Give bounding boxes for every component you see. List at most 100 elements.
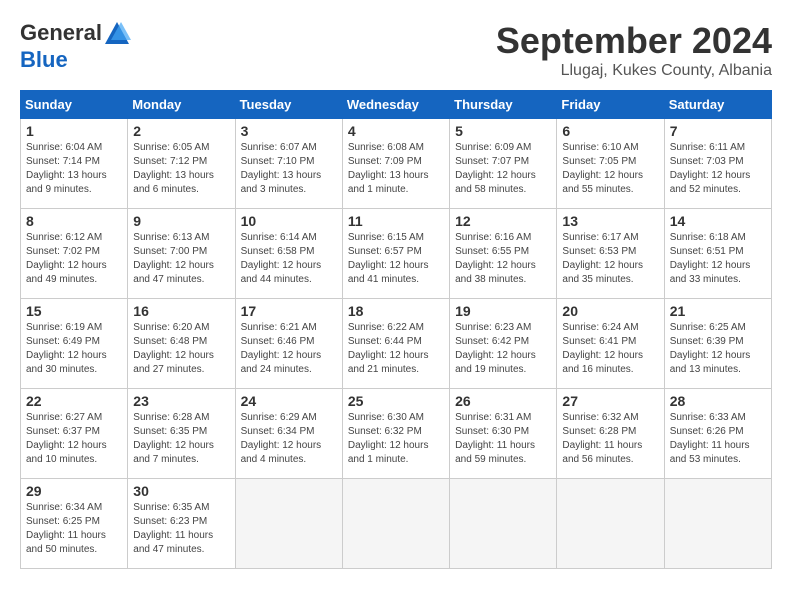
calendar-week-row: 29 Sunrise: 6:34 AM Sunset: 6:25 PM Dayl…	[21, 479, 772, 569]
weekday-header: Thursday	[450, 91, 557, 119]
logo-blue: Blue	[20, 47, 68, 72]
day-number: 21	[670, 303, 766, 319]
day-number: 2	[133, 123, 229, 139]
calendar-cell: 19 Sunrise: 6:23 AM Sunset: 6:42 PM Dayl…	[450, 299, 557, 389]
cell-info: Sunrise: 6:25 AM Sunset: 6:39 PM Dayligh…	[670, 321, 766, 377]
calendar-cell: 18 Sunrise: 6:22 AM Sunset: 6:44 PM Dayl…	[342, 299, 449, 389]
day-number: 23	[133, 393, 229, 409]
calendar-cell: 20 Sunrise: 6:24 AM Sunset: 6:41 PM Dayl…	[557, 299, 664, 389]
calendar-cell: 10 Sunrise: 6:14 AM Sunset: 6:58 PM Dayl…	[235, 209, 342, 299]
calendar-week-row: 15 Sunrise: 6:19 AM Sunset: 6:49 PM Dayl…	[21, 299, 772, 389]
day-number: 9	[133, 213, 229, 229]
calendar-cell: 17 Sunrise: 6:21 AM Sunset: 6:46 PM Dayl…	[235, 299, 342, 389]
cell-info: Sunrise: 6:33 AM Sunset: 6:26 PM Dayligh…	[670, 411, 766, 467]
calendar-cell: 7 Sunrise: 6:11 AM Sunset: 7:03 PM Dayli…	[664, 119, 771, 209]
day-number: 8	[26, 213, 122, 229]
day-number: 19	[455, 303, 551, 319]
cell-info: Sunrise: 6:29 AM Sunset: 6:34 PM Dayligh…	[241, 411, 337, 467]
calendar-week-row: 22 Sunrise: 6:27 AM Sunset: 6:37 PM Dayl…	[21, 389, 772, 479]
calendar-cell: 23 Sunrise: 6:28 AM Sunset: 6:35 PM Dayl…	[128, 389, 235, 479]
logo-general: General	[20, 20, 102, 45]
day-number: 13	[562, 213, 658, 229]
logo: General Blue	[20, 20, 132, 72]
calendar-cell: 26 Sunrise: 6:31 AM Sunset: 6:30 PM Dayl…	[450, 389, 557, 479]
calendar-cell: 14 Sunrise: 6:18 AM Sunset: 6:51 PM Dayl…	[664, 209, 771, 299]
cell-info: Sunrise: 6:27 AM Sunset: 6:37 PM Dayligh…	[26, 411, 122, 467]
day-number: 12	[455, 213, 551, 229]
cell-info: Sunrise: 6:35 AM Sunset: 6:23 PM Dayligh…	[133, 501, 229, 557]
calendar-cell: 11 Sunrise: 6:15 AM Sunset: 6:57 PM Dayl…	[342, 209, 449, 299]
day-number: 6	[562, 123, 658, 139]
cell-info: Sunrise: 6:15 AM Sunset: 6:57 PM Dayligh…	[348, 231, 444, 287]
cell-info: Sunrise: 6:32 AM Sunset: 6:28 PM Dayligh…	[562, 411, 658, 467]
calendar-cell	[235, 479, 342, 569]
cell-info: Sunrise: 6:07 AM Sunset: 7:10 PM Dayligh…	[241, 141, 337, 197]
cell-info: Sunrise: 6:28 AM Sunset: 6:35 PM Dayligh…	[133, 411, 229, 467]
day-number: 29	[26, 483, 122, 499]
calendar-cell: 25 Sunrise: 6:30 AM Sunset: 6:32 PM Dayl…	[342, 389, 449, 479]
weekday-header: Sunday	[21, 91, 128, 119]
calendar-cell: 5 Sunrise: 6:09 AM Sunset: 7:07 PM Dayli…	[450, 119, 557, 209]
day-number: 24	[241, 393, 337, 409]
cell-info: Sunrise: 6:16 AM Sunset: 6:55 PM Dayligh…	[455, 231, 551, 287]
calendar-cell: 30 Sunrise: 6:35 AM Sunset: 6:23 PM Dayl…	[128, 479, 235, 569]
cell-info: Sunrise: 6:21 AM Sunset: 6:46 PM Dayligh…	[241, 321, 337, 377]
weekday-header: Tuesday	[235, 91, 342, 119]
calendar-table: SundayMondayTuesdayWednesdayThursdayFrid…	[20, 90, 772, 569]
cell-info: Sunrise: 6:23 AM Sunset: 6:42 PM Dayligh…	[455, 321, 551, 377]
weekday-header: Wednesday	[342, 91, 449, 119]
day-number: 10	[241, 213, 337, 229]
cell-info: Sunrise: 6:30 AM Sunset: 6:32 PM Dayligh…	[348, 411, 444, 467]
day-number: 5	[455, 123, 551, 139]
calendar-cell: 3 Sunrise: 6:07 AM Sunset: 7:10 PM Dayli…	[235, 119, 342, 209]
calendar-cell: 8 Sunrise: 6:12 AM Sunset: 7:02 PM Dayli…	[21, 209, 128, 299]
cell-info: Sunrise: 6:11 AM Sunset: 7:03 PM Dayligh…	[670, 141, 766, 197]
calendar-cell: 6 Sunrise: 6:10 AM Sunset: 7:05 PM Dayli…	[557, 119, 664, 209]
calendar-cell: 13 Sunrise: 6:17 AM Sunset: 6:53 PM Dayl…	[557, 209, 664, 299]
page-header: General Blue September 2024 Llugaj, Kuke…	[20, 20, 772, 80]
day-number: 28	[670, 393, 766, 409]
weekday-header: Saturday	[664, 91, 771, 119]
calendar-cell	[342, 479, 449, 569]
calendar-cell: 12 Sunrise: 6:16 AM Sunset: 6:55 PM Dayl…	[450, 209, 557, 299]
day-number: 22	[26, 393, 122, 409]
calendar-cell	[557, 479, 664, 569]
calendar-week-row: 1 Sunrise: 6:04 AM Sunset: 7:14 PM Dayli…	[21, 119, 772, 209]
calendar-cell: 4 Sunrise: 6:08 AM Sunset: 7:09 PM Dayli…	[342, 119, 449, 209]
cell-info: Sunrise: 6:31 AM Sunset: 6:30 PM Dayligh…	[455, 411, 551, 467]
day-number: 15	[26, 303, 122, 319]
cell-info: Sunrise: 6:12 AM Sunset: 7:02 PM Dayligh…	[26, 231, 122, 287]
cell-info: Sunrise: 6:04 AM Sunset: 7:14 PM Dayligh…	[26, 141, 122, 197]
cell-info: Sunrise: 6:10 AM Sunset: 7:05 PM Dayligh…	[562, 141, 658, 197]
day-number: 14	[670, 213, 766, 229]
cell-info: Sunrise: 6:24 AM Sunset: 6:41 PM Dayligh…	[562, 321, 658, 377]
day-number: 1	[26, 123, 122, 139]
calendar-cell	[450, 479, 557, 569]
day-number: 11	[348, 213, 444, 229]
title-block: September 2024 Llugaj, Kukes County, Alb…	[496, 20, 772, 80]
cell-info: Sunrise: 6:09 AM Sunset: 7:07 PM Dayligh…	[455, 141, 551, 197]
cell-info: Sunrise: 6:17 AM Sunset: 6:53 PM Dayligh…	[562, 231, 658, 287]
calendar-week-row: 8 Sunrise: 6:12 AM Sunset: 7:02 PM Dayli…	[21, 209, 772, 299]
cell-info: Sunrise: 6:19 AM Sunset: 6:49 PM Dayligh…	[26, 321, 122, 377]
day-number: 3	[241, 123, 337, 139]
month-title: September 2024	[496, 20, 772, 62]
day-number: 7	[670, 123, 766, 139]
weekday-header: Monday	[128, 91, 235, 119]
day-number: 30	[133, 483, 229, 499]
calendar-cell: 15 Sunrise: 6:19 AM Sunset: 6:49 PM Dayl…	[21, 299, 128, 389]
day-number: 25	[348, 393, 444, 409]
weekday-header-row: SundayMondayTuesdayWednesdayThursdayFrid…	[21, 91, 772, 119]
calendar-cell: 28 Sunrise: 6:33 AM Sunset: 6:26 PM Dayl…	[664, 389, 771, 479]
calendar-cell: 22 Sunrise: 6:27 AM Sunset: 6:37 PM Dayl…	[21, 389, 128, 479]
weekday-header: Friday	[557, 91, 664, 119]
day-number: 27	[562, 393, 658, 409]
day-number: 18	[348, 303, 444, 319]
calendar-cell: 21 Sunrise: 6:25 AM Sunset: 6:39 PM Dayl…	[664, 299, 771, 389]
cell-info: Sunrise: 6:22 AM Sunset: 6:44 PM Dayligh…	[348, 321, 444, 377]
cell-info: Sunrise: 6:20 AM Sunset: 6:48 PM Dayligh…	[133, 321, 229, 377]
cell-info: Sunrise: 6:34 AM Sunset: 6:25 PM Dayligh…	[26, 501, 122, 557]
cell-info: Sunrise: 6:08 AM Sunset: 7:09 PM Dayligh…	[348, 141, 444, 197]
calendar-cell: 29 Sunrise: 6:34 AM Sunset: 6:25 PM Dayl…	[21, 479, 128, 569]
calendar-cell: 16 Sunrise: 6:20 AM Sunset: 6:48 PM Dayl…	[128, 299, 235, 389]
